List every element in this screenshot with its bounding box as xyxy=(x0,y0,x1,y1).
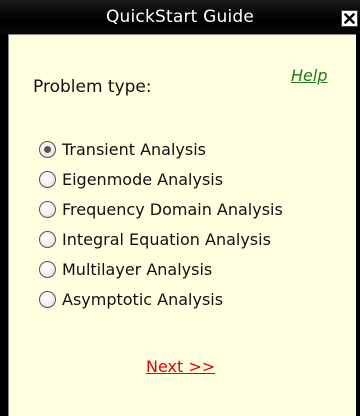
radio-button-icon[interactable] xyxy=(39,200,56,218)
quickstart-window: QuickStart Guide Problem type: Help Tran… xyxy=(0,0,360,416)
option-eigenmode-analysis[interactable]: Eigenmode Analysis xyxy=(39,164,283,194)
option-label: Transient Analysis xyxy=(62,139,206,159)
close-icon xyxy=(344,13,355,24)
option-integral-equation-analysis[interactable]: Integral Equation Analysis xyxy=(39,224,283,254)
window-title: QuickStart Guide xyxy=(105,7,255,27)
option-label: Multilayer Analysis xyxy=(62,259,213,279)
option-label: Integral Equation Analysis xyxy=(62,229,271,249)
problem-type-label: Problem type: xyxy=(33,77,152,97)
option-transient-analysis[interactable]: Transient Analysis xyxy=(39,134,283,164)
radio-button-icon[interactable] xyxy=(39,140,56,158)
option-label: Frequency Domain Analysis xyxy=(62,199,283,219)
option-frequency-domain-analysis[interactable]: Frequency Domain Analysis xyxy=(39,194,283,224)
option-label: Eigenmode Analysis xyxy=(62,169,224,189)
problem-type-options: Transient Analysis Eigenmode Analysis Fr… xyxy=(39,134,283,314)
option-multilayer-analysis[interactable]: Multilayer Analysis xyxy=(39,254,283,284)
next-link[interactable]: Next >> xyxy=(146,357,215,376)
close-button[interactable] xyxy=(341,10,358,27)
option-label: Asymptotic Analysis xyxy=(62,289,224,309)
window-frame-right xyxy=(356,34,360,416)
title-bar[interactable]: QuickStart Guide xyxy=(0,0,360,34)
radio-button-icon[interactable] xyxy=(39,260,56,278)
window-frame-left xyxy=(0,34,8,416)
option-asymptotic-analysis[interactable]: Asymptotic Analysis xyxy=(39,284,283,314)
radio-button-icon[interactable] xyxy=(39,230,56,248)
quickstart-panel: Problem type: Help Transient Analysis Ei… xyxy=(8,34,356,416)
help-link[interactable]: Help xyxy=(291,66,327,85)
radio-button-icon[interactable] xyxy=(39,290,56,308)
radio-button-icon[interactable] xyxy=(39,170,56,188)
